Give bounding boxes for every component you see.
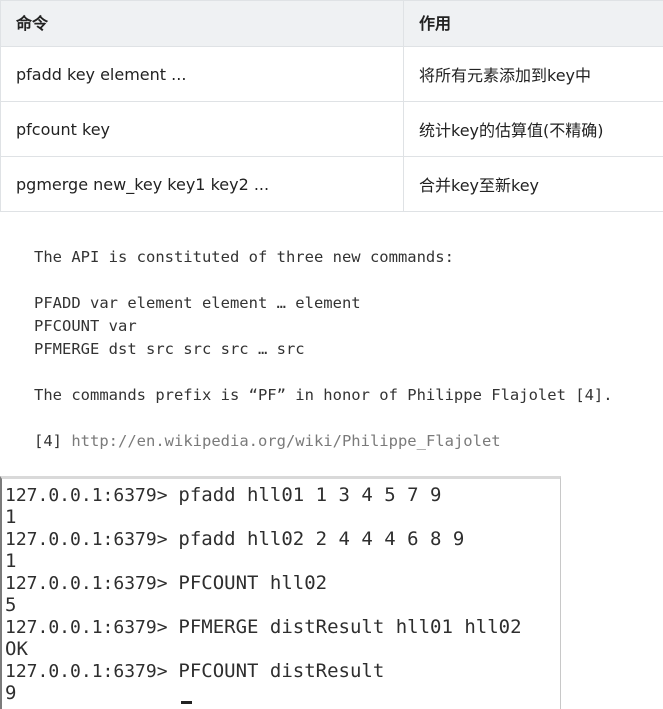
table-row: pfadd key element ... 将所有元素添加到key中 — [0, 46, 663, 102]
cli-command: PFCOUNT hll02 — [178, 572, 328, 594]
terminal-output-line: 9 — [5, 682, 17, 704]
redis-cli-terminal[interactable]: 127.0.0.1:6379> pfadd hll01 1 3 4 5 7 9 … — [0, 476, 561, 709]
table-cell-effect: 将所有元素添加到key中 — [403, 46, 663, 102]
reference-link[interactable]: http://en.wikipedia.org/wiki/Philippe_Fl… — [71, 432, 500, 450]
cli-command: pfadd hll01 1 3 4 5 7 9 — [178, 484, 442, 506]
cli-command: pfadd hll02 2 4 4 4 6 8 9 — [178, 528, 465, 550]
doc-command-pfcount: PFCOUNT var — [34, 317, 137, 335]
reference-label: [4] — [34, 432, 62, 450]
terminal-output-line: 1 — [5, 550, 17, 572]
terminal-command-line: 127.0.0.1:6379> PFMERGE distResult hll01… — [5, 616, 522, 639]
doc-prefix-note: The commands prefix is “PF” in honor of … — [34, 386, 613, 404]
terminal-output-line: 1 — [5, 506, 17, 528]
doc-intro: The API is constituted of three new comm… — [34, 248, 454, 266]
cli-prompt: 127.0.0.1:6379> — [5, 485, 179, 506]
table-row: pfcount key 统计key的估算值(不精确) — [0, 101, 663, 157]
table-cell-command: pgmerge new_key key1 key2 ... — [0, 156, 404, 212]
doc-command-pfadd: PFADD var element element … element — [34, 294, 361, 312]
cli-command: PFMERGE distResult hll01 hll02 — [178, 616, 522, 638]
text-cursor — [181, 701, 192, 704]
terminal-command-line: 127.0.0.1:6379> PFCOUNT hll02 — [5, 572, 327, 595]
api-doc-excerpt: ˇ The API is constituted of three new co… — [0, 213, 663, 475]
cli-prompt: 127.0.0.1:6379> — [5, 661, 179, 682]
terminal-output-line: 5 — [5, 594, 17, 616]
cli-prompt: 127.0.0.1:6379> — [5, 529, 179, 550]
clipped-glyph: ˇ — [342, 213, 356, 218]
table-cell-effect: 统计key的估算值(不精确) — [403, 101, 663, 157]
terminal-command-line: 127.0.0.1:6379> pfadd hll01 1 3 4 5 7 9 — [5, 484, 442, 507]
column-header-effect: 作用 — [403, 0, 663, 47]
cli-command: PFCOUNT distResult — [178, 660, 385, 682]
doc-reference: [4] http://en.wikipedia.org/wiki/Philipp… — [34, 432, 501, 450]
terminal-output-line: OK — [5, 638, 28, 660]
command-table: 命令 作用 pfadd key element ... 将所有元素添加到key中… — [0, 0, 663, 212]
table-row: pgmerge new_key key1 key2 ... 合并key至新key — [0, 156, 663, 212]
doc-command-pfmerge: PFMERGE dst src src src … src — [34, 340, 305, 358]
table-header-row: 命令 作用 — [0, 0, 663, 47]
table-cell-effect: 合并key至新key — [403, 156, 663, 212]
column-header-command: 命令 — [0, 0, 404, 47]
terminal-command-line: 127.0.0.1:6379> pfadd hll02 2 4 4 4 6 8 … — [5, 528, 464, 551]
blank-area — [561, 476, 663, 709]
table-cell-command: pfcount key — [0, 101, 404, 157]
cli-prompt: 127.0.0.1:6379> — [5, 617, 179, 638]
table-cell-command: pfadd key element ... — [0, 46, 404, 102]
cli-prompt: 127.0.0.1:6379> — [5, 573, 179, 594]
terminal-command-line: 127.0.0.1:6379> PFCOUNT distResult — [5, 660, 384, 683]
